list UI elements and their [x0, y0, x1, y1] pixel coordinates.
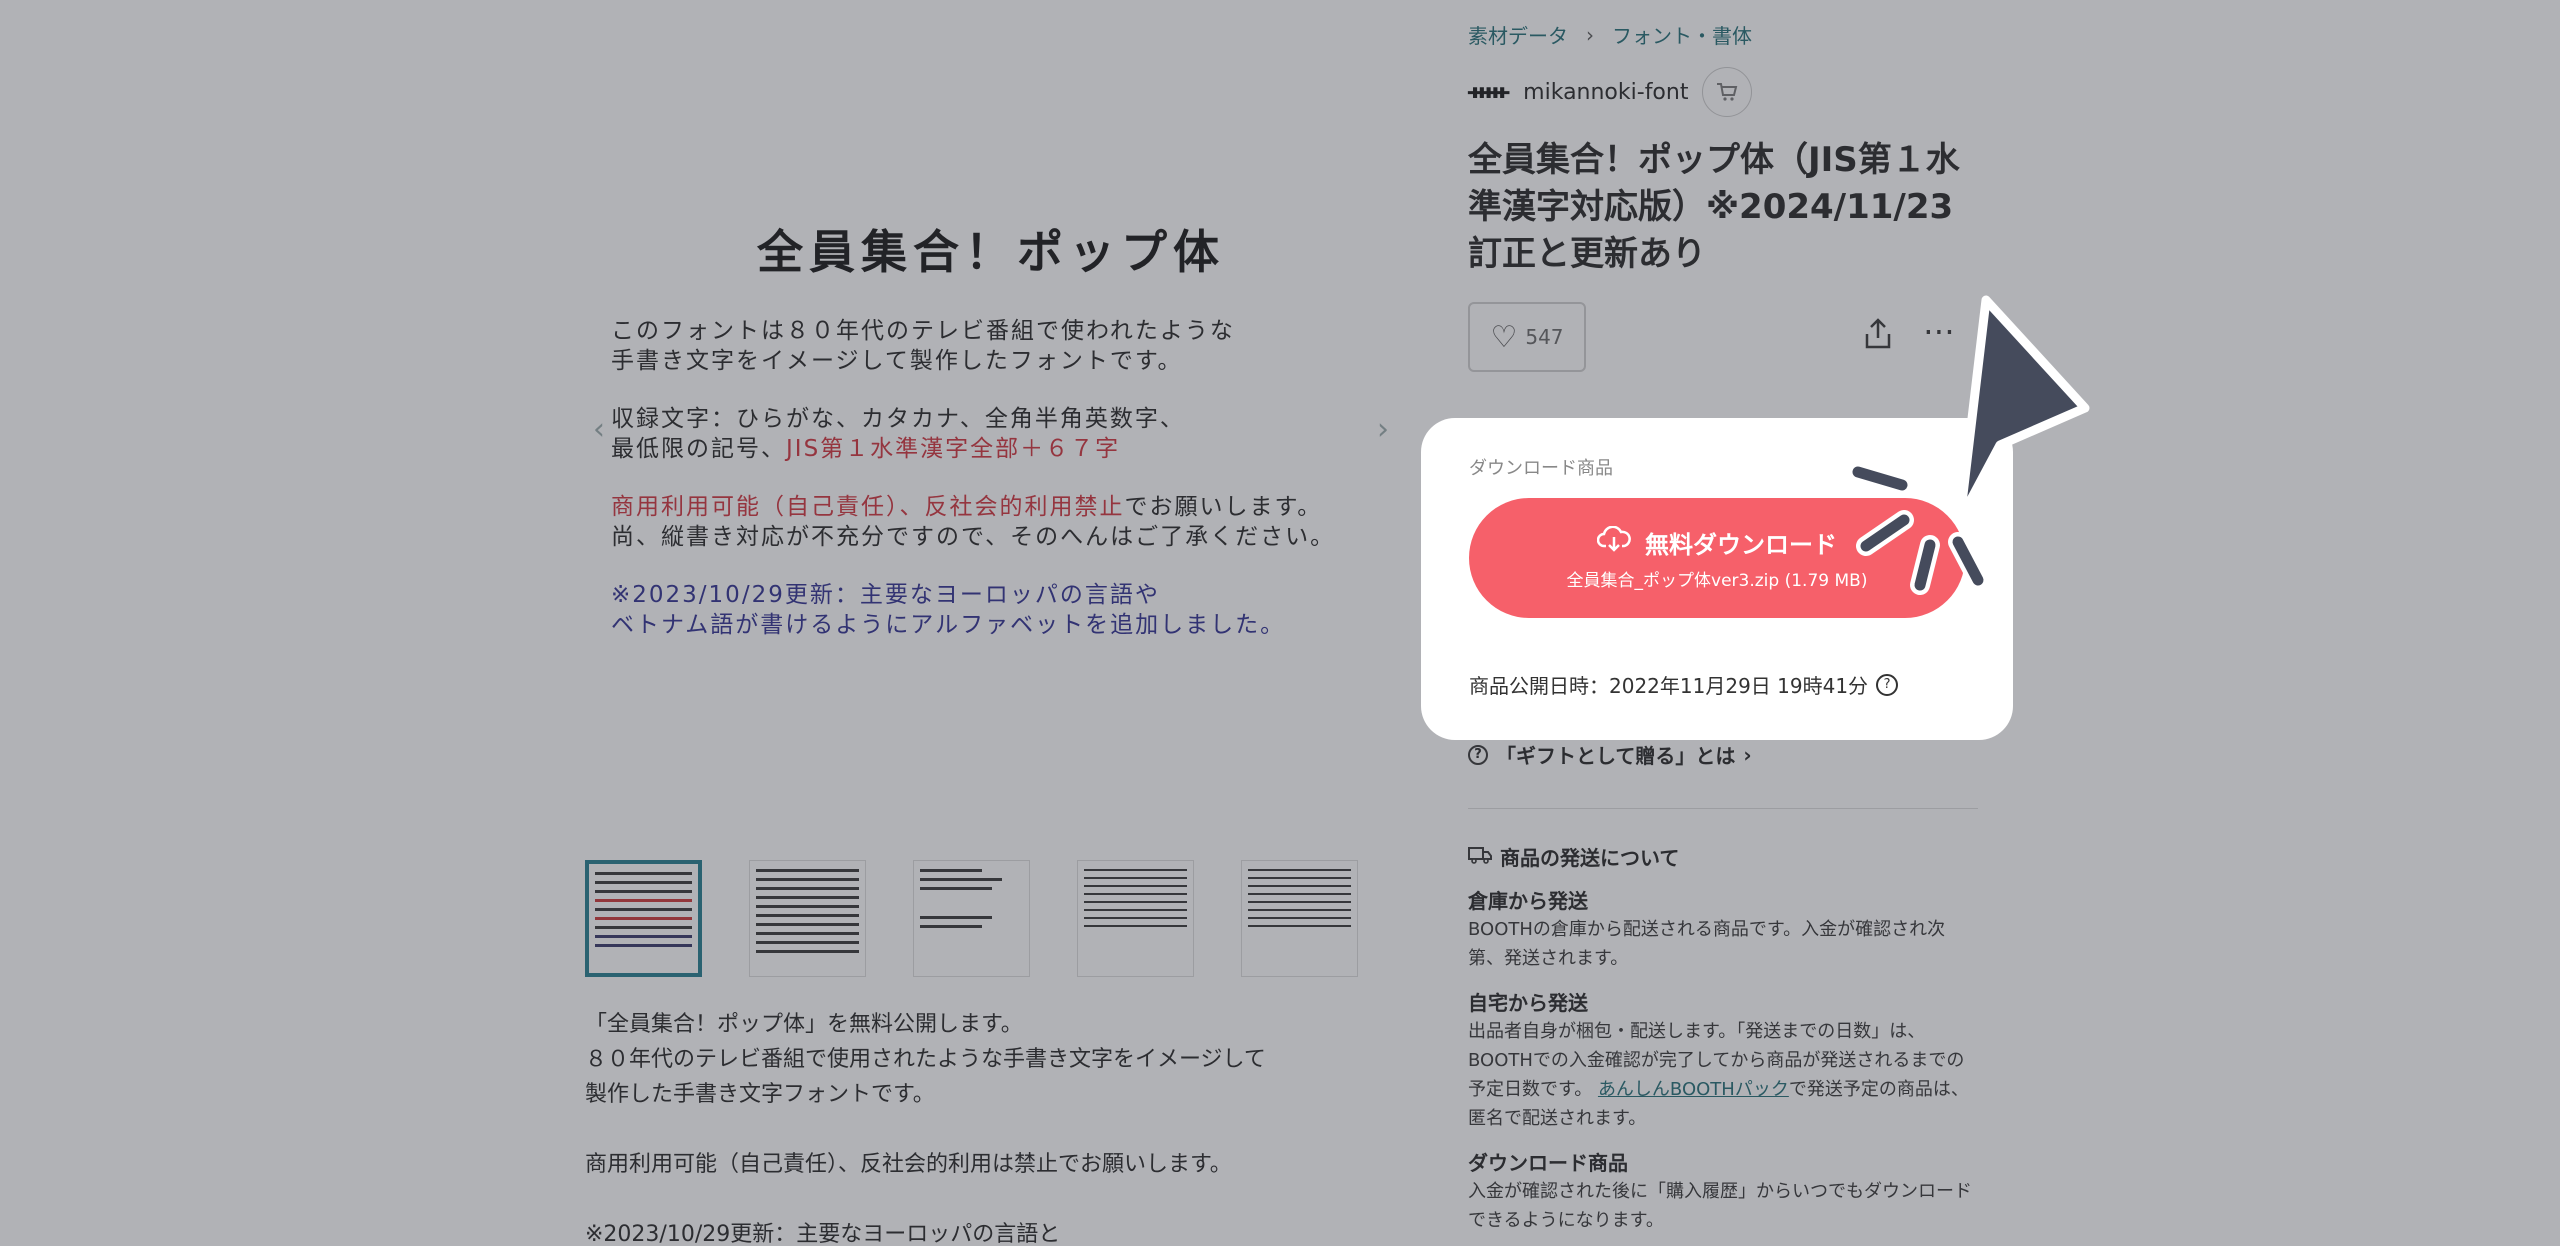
product-gallery: 全員集合！ポップ体 このフォントは８０年代のテレビ番組で使われたような 手書き文…: [585, 20, 1397, 1246]
like-button[interactable]: ♡ 547: [1468, 302, 1586, 372]
description-line: 製作した手書き文字フォントです。: [585, 1082, 935, 1107]
gift-info-link[interactable]: ? 「ギフトとして贈る」とは ›: [1468, 740, 1752, 769]
description-line: ８０年代のテレビ番組で使用されたような手書き文字をイメージして: [585, 1047, 1266, 1072]
product-description: 「全員集合！ポップ体」を無料公開します。 ８０年代のテレビ番組で使用されたような…: [585, 1007, 1397, 1246]
thumbnail-2[interactable]: [749, 860, 866, 977]
font-preview: 全員集合！ポップ体 このフォントは８０年代のテレビ番組で使われたような 手書き文…: [585, 186, 1397, 666]
thumbnail-4[interactable]: [1077, 860, 1194, 977]
prev-image-arrow-icon[interactable]: ‹: [593, 412, 605, 447]
preview-line: 尚、縦書き対応が不充分ですので、そのへんはご了承ください。: [611, 524, 1336, 550]
breadcrumb-separator-icon: ›: [1586, 22, 1594, 47]
image-band-bottom: [585, 666, 1397, 832]
chevron-right-icon: ›: [1743, 742, 1752, 767]
shipping-section-home: 自宅から発送 出品者自身が梱包・配送します。「発送までの日数」は、BOOTHでの…: [1468, 991, 1969, 1129]
breadcrumb: 素材データ › フォント・書体: [1468, 20, 1978, 49]
divider: [1468, 808, 1978, 809]
description-line: ※2023/10/29更新：主要なヨーロッパの言語と: [585, 1222, 1061, 1246]
product-page: 全員集合！ポップ体 このフォントは８０年代のテレビ番組で使われたような 手書き文…: [0, 0, 2560, 1246]
like-count: 547: [1525, 325, 1564, 349]
cursor-pointer-icon: [1848, 295, 2090, 595]
preview-line: 最低限の記号、JIS第１水準漢字全部＋６７字: [611, 436, 1121, 462]
shipping-section-warehouse: 倉庫から発送 BOOTHの倉庫から配送される商品です。入金が確認され次第、発送さ…: [1468, 889, 1946, 969]
preview-line: ベトナム語が書けるようにアルファベットを追加しました。: [611, 612, 1286, 638]
shop-logo-icon[interactable]: ᚔ: [1468, 80, 1509, 105]
description-line: 商用利用可能（自己責任）、反社会的利用は禁止でお願いします。: [585, 1152, 1232, 1177]
product-title: 全員集合！ポップ体（JIS第１水準漢字対応版）※2024/11/23訂正と更新あ…: [1468, 140, 1960, 274]
shop-row: ᚔ mikannoki-font: [1468, 67, 1978, 117]
thumbnail-strip: [585, 860, 1397, 977]
shipping-info: 商品の発送について 倉庫から発送 BOOTHの倉庫から配送される商品です。入金が…: [1468, 842, 1978, 1235]
help-icon: ?: [1468, 744, 1488, 765]
breadcrumb-item-fonts[interactable]: フォント・書体: [1612, 20, 1752, 49]
thumbnail-3[interactable]: [913, 860, 1030, 977]
shipping-section-download: ダウンロード商品 入金が確認された後に「購入履歴」からいつでもダウンロードできる…: [1468, 1151, 1972, 1231]
truck-icon: [1468, 845, 1492, 869]
shop-name[interactable]: mikannoki-font: [1523, 80, 1688, 105]
thumbnail-5[interactable]: [1241, 860, 1358, 977]
description-line: 「全員集合！ポップ体」を無料公開します。: [585, 1012, 1023, 1037]
main-product-image[interactable]: 全員集合！ポップ体 このフォントは８０年代のテレビ番組で使われたような 手書き文…: [585, 20, 1397, 832]
preview-title: 全員集合！ポップ体: [757, 225, 1225, 279]
published-date: 商品公開日時：2022年11月29日 19時41分 ?: [1469, 670, 1965, 699]
anshin-booth-pack-link[interactable]: あんしんBOOTHパック: [1598, 1079, 1789, 1100]
breadcrumb-item-materials[interactable]: 素材データ: [1468, 20, 1568, 49]
gift-label: 「ギフトとして贈る」とは: [1496, 744, 1736, 768]
shipping-heading: 商品の発送について: [1468, 842, 1978, 871]
cart-icon[interactable]: [1702, 67, 1753, 117]
image-band-top: [585, 20, 1397, 186]
heart-icon: ♡: [1490, 319, 1518, 355]
preview-line: このフォントは８０年代のテレビ番組で使われたような: [611, 318, 1235, 344]
cloud-download-icon: [1596, 525, 1631, 559]
download-file-info: 全員集合_ポップ体ver3.zip (1.79 MB): [1566, 571, 1868, 591]
thumbnail-1[interactable]: [585, 860, 702, 977]
preview-line: 収録文字：ひらがな、カタカナ、全角半角英数字、: [611, 406, 1185, 432]
download-button-label: 無料ダウンロード: [1645, 531, 1837, 559]
preview-line: 商用利用可能（自己責任）、反社会的利用禁止でお願いします。: [611, 494, 1323, 520]
preview-line: 手書き文字をイメージして製作したフォントです。: [611, 348, 1183, 374]
next-image-arrow-icon[interactable]: ›: [1377, 412, 1389, 447]
preview-line: ※2023/10/29更新：主要なヨーロッパの言語や: [611, 582, 1160, 608]
help-icon[interactable]: ?: [1876, 673, 1899, 696]
